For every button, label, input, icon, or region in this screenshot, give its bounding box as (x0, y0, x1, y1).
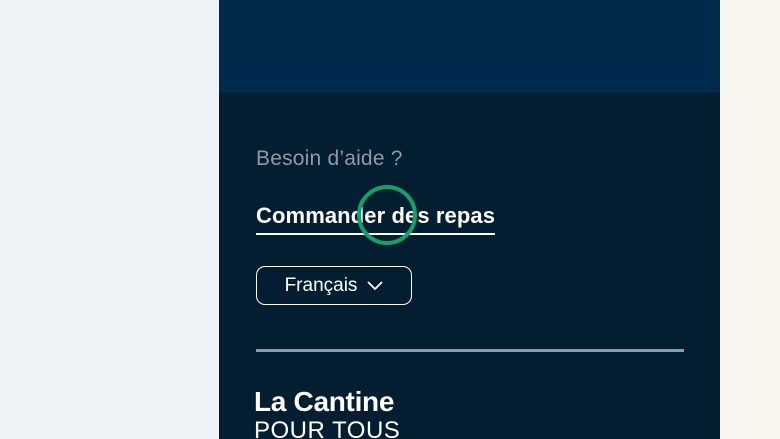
logo-line-1: La Cantine (254, 386, 395, 417)
chevron-down-icon (367, 281, 383, 291)
footer-divider (256, 349, 684, 352)
footer-top-band (219, 0, 720, 93)
language-select[interactable]: Français (256, 266, 412, 305)
help-heading: Besoin d’aide ? (256, 147, 403, 170)
language-select-value: Français (284, 274, 358, 296)
la-cantine-logo[interactable]: La Cantine POUR TOUS (254, 388, 400, 439)
logo-line-2: POUR TOUS (254, 417, 401, 439)
footer-panel: Besoin d’aide ? Commander des repas Fran… (219, 0, 720, 439)
page-background-right (720, 0, 780, 439)
order-meals-link[interactable]: Commander des repas (256, 203, 496, 235)
